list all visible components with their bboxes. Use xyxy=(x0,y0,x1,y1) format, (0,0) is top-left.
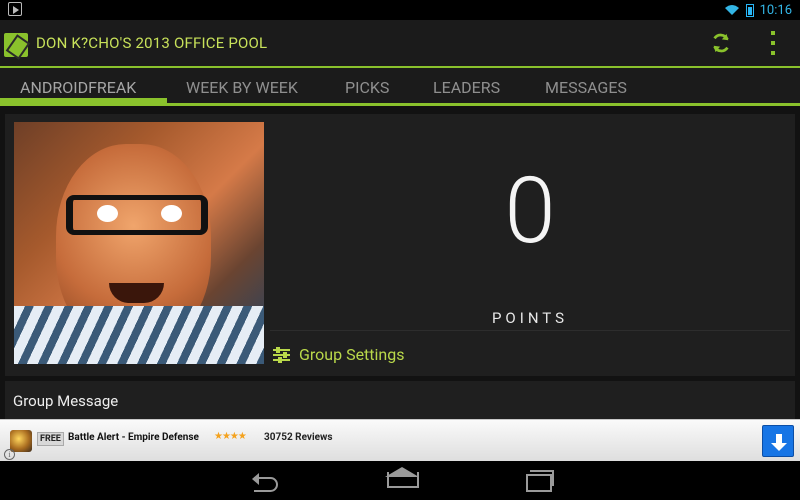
tab-picks[interactable]: PICKS xyxy=(345,78,389,97)
download-button[interactable] xyxy=(762,425,794,457)
points-label: POINTS xyxy=(491,309,569,327)
status-time: 10:16 xyxy=(759,2,792,18)
status-bar: 10:16 xyxy=(0,0,800,20)
home-icon[interactable] xyxy=(383,467,419,493)
free-badge: FREE xyxy=(37,432,64,446)
status-indicators: 10:16 xyxy=(724,1,792,19)
tune-icon xyxy=(273,346,290,363)
group-settings-label: Group Settings xyxy=(299,344,405,364)
group-message-label: Group Message xyxy=(13,392,119,410)
tab-leaders[interactable]: LEADERS xyxy=(433,78,500,97)
tab-androidfreak[interactable]: ANDROIDFREAK xyxy=(20,78,136,97)
battery-icon xyxy=(745,3,754,17)
ad-title[interactable]: Battle Alert - Empire Defense xyxy=(68,432,199,443)
tab-messages[interactable]: MESSAGES xyxy=(545,78,627,97)
settings-divider xyxy=(270,330,790,331)
group-message-card[interactable]: Group Message xyxy=(5,381,795,419)
action-bar: DON K?CHO'S 2013 OFFICE POOL xyxy=(0,20,800,68)
overflow-menu-icon[interactable] xyxy=(771,31,775,55)
ad-banner[interactable]: i FREE Battle Alert - Empire Defense ★★★… xyxy=(0,419,800,461)
play-store-icon xyxy=(8,2,22,16)
profile-photo xyxy=(14,122,264,364)
navigation-bar xyxy=(0,461,800,500)
wifi-icon xyxy=(724,5,739,15)
ad-app-icon xyxy=(10,430,32,452)
rating-stars: ★★★★ xyxy=(214,431,247,442)
group-settings-button[interactable]: Group Settings xyxy=(273,343,404,365)
tab-week-by-week[interactable]: WEEK BY WEEK xyxy=(186,78,298,97)
recent-apps-icon[interactable] xyxy=(521,469,557,493)
profile-card: 0 POINTS Group Settings xyxy=(5,114,795,376)
app-logo-icon[interactable] xyxy=(4,33,28,57)
app-title: DON K?CHO'S 2013 OFFICE POOL xyxy=(36,34,268,52)
refresh-icon[interactable] xyxy=(710,32,732,54)
tab-bar: ANDROIDFREAK WEEK BY WEEK PICKS LEADERS … xyxy=(0,68,800,106)
main-content: 0 POINTS Group Settings Group Message xyxy=(0,106,800,419)
points-value: 0 xyxy=(504,158,556,265)
review-count: 30752 Reviews xyxy=(264,432,333,443)
active-tab-indicator xyxy=(0,98,167,103)
back-icon[interactable] xyxy=(250,469,286,493)
info-icon[interactable]: i xyxy=(4,449,15,460)
